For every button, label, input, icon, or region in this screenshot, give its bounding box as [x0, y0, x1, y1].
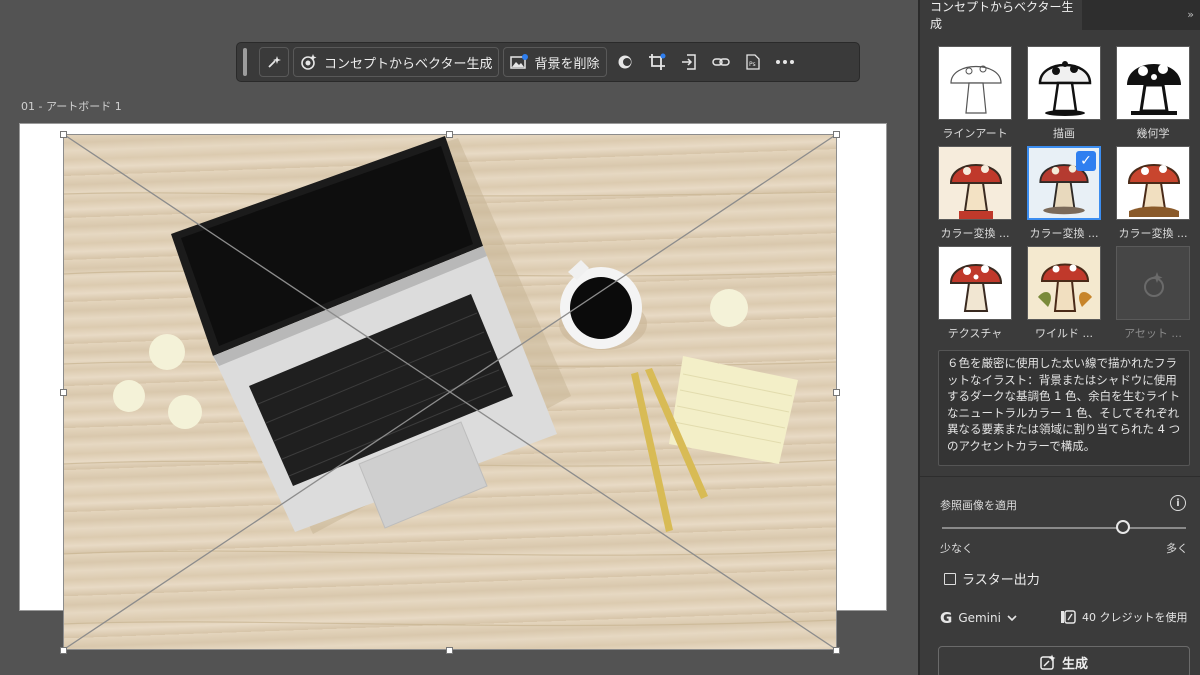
remove-background-icon [510, 54, 529, 69]
panel-divider [920, 476, 1200, 477]
style-thumb [1116, 46, 1190, 120]
style-label: 幾何学 [1136, 127, 1170, 140]
handle-top-middle[interactable] [446, 131, 453, 138]
crop-button[interactable] [643, 47, 671, 77]
style-tile-line-art[interactable]: ラインアート [938, 46, 1012, 141]
style-thumb [938, 146, 1012, 220]
contextual-toolbar: コンセプトからベクター生成 背景を削除 Ps [236, 42, 860, 82]
photoshop-button[interactable]: Ps [739, 47, 767, 77]
style-tile-drawing[interactable]: 描画 [1027, 46, 1101, 141]
handle-bottom-right[interactable] [833, 647, 840, 654]
concept-to-vector-panel: コンセプトからベクター生成 » ラインアート 描画 幾何学 カラー変換 ... … [918, 0, 1200, 675]
raster-output-checkbox[interactable] [944, 572, 956, 585]
credits-info: 40 クレジットを使用 [1060, 609, 1188, 625]
reference-slider-thumb[interactable] [1115, 520, 1130, 534]
style-tile-texture[interactable]: テクスチャ [938, 246, 1012, 341]
slider-max-label: 多く [1166, 542, 1188, 555]
style-label: アセット ... [1124, 327, 1182, 340]
style-label: 描画 [1053, 127, 1075, 140]
panel-tab-bar: コンセプトからベクター生成 » [920, 0, 1200, 31]
handle-bottom-left[interactable] [60, 647, 67, 654]
handle-middle-left[interactable] [60, 389, 67, 396]
mushroom-wild-icon [1038, 263, 1092, 312]
mushroom-geometric-icon [1127, 64, 1181, 115]
add-asset-icon [1144, 272, 1164, 297]
slider-min-label: 少なく [940, 542, 973, 555]
style-thumb-disabled [1116, 246, 1190, 320]
mushroom-drawing-icon [1038, 61, 1092, 116]
raster-output-option[interactable]: ラスター出力 [944, 569, 1040, 588]
remove-background-label: 背景を削除 [534, 56, 600, 72]
mushroom-color-3-icon [1127, 164, 1181, 217]
handle-top-right[interactable] [833, 131, 840, 138]
generative-pin-button[interactable] [259, 47, 289, 77]
style-label: カラー変換 ... [1118, 227, 1188, 240]
model-name: Gemini [958, 611, 1001, 625]
artboard-label: 01 - アートボード 1 [21, 100, 122, 113]
handle-bottom-middle[interactable] [446, 647, 453, 654]
mushroom-texture-icon [949, 264, 1003, 312]
style-tile-color-3[interactable]: カラー変換 ... [1116, 146, 1190, 241]
mask-button[interactable] [611, 47, 639, 77]
mushroom-color-1-icon [949, 164, 1003, 219]
more-options-button[interactable] [771, 47, 799, 77]
concept-vector-icon [301, 54, 317, 70]
link-button[interactable] [707, 47, 735, 77]
toolbar-grip[interactable] [243, 48, 247, 76]
style-label: ラインアート [942, 127, 1008, 140]
style-tile-asset[interactable]: アセット ... [1116, 246, 1190, 341]
raster-output-label: ラスター出力 [962, 573, 1040, 588]
style-label: カラー変換 ... [1029, 227, 1099, 240]
embed-icon [681, 54, 696, 70]
photoshop-file-icon: Ps [745, 54, 760, 70]
svg-text:Ps: Ps [749, 61, 756, 68]
reference-slider-track[interactable] [942, 527, 1186, 529]
style-tile-color-1[interactable]: カラー変換 ... [938, 146, 1012, 241]
style-thumb [938, 46, 1012, 120]
style-thumb [1027, 246, 1101, 320]
canvas-area[interactable]: 01 - アートボード 1 コンセプトからベクター生成 背景を削除 Ps [0, 0, 918, 675]
crop-icon [648, 53, 665, 70]
style-thumb [1116, 146, 1190, 220]
mask-icon [618, 55, 631, 69]
remove-background-button[interactable]: 背景を削除 [503, 47, 607, 77]
photo-illustration [63, 136, 837, 627]
prompt-textarea[interactable]: ６色を厳密に使用した太い線で描かれたフラットなイラスト：背景またはシャドウに使用… [938, 350, 1190, 466]
panel-tab-concept-to-vector[interactable]: コンセプトからベクター生成 [920, 0, 1082, 31]
style-thumb [1027, 46, 1101, 120]
style-tile-color-2[interactable]: ✓ カラー変換 ... [1027, 146, 1101, 241]
sparkle-pin-icon [268, 56, 281, 68]
concept-to-vector-button[interactable]: コンセプトからベクター生成 [293, 47, 500, 77]
generate-icon [1040, 654, 1056, 670]
style-thumb [938, 246, 1012, 320]
google-icon: G [940, 609, 953, 627]
style-thumb-selected: ✓ [1027, 146, 1101, 220]
handle-top-left[interactable] [60, 131, 67, 138]
style-tile-geometric[interactable]: 幾何学 [1116, 46, 1190, 141]
style-label: ワイルド ... [1035, 327, 1093, 340]
reference-image-label: 参照画像を適用 [940, 499, 1017, 512]
credits-label: 40 クレジットを使用 [1082, 611, 1188, 624]
placed-photo[interactable] [63, 134, 837, 650]
generate-label: 生成 [1061, 656, 1088, 672]
chevron-down-icon [1007, 615, 1017, 621]
embed-button[interactable] [675, 47, 703, 77]
panel-collapse-icon[interactable]: » [1187, 8, 1194, 21]
generate-button[interactable]: 生成 [938, 646, 1190, 675]
link-icon [711, 58, 730, 66]
model-selector[interactable]: G Gemini [940, 609, 1017, 627]
info-icon[interactable]: i [1170, 495, 1186, 511]
concept-to-vector-label: コンセプトからベクター生成 [324, 56, 493, 72]
style-tile-wild[interactable]: ワイルド ... [1027, 246, 1101, 341]
credits-icon [1061, 610, 1076, 624]
handle-middle-right[interactable] [833, 389, 840, 396]
selected-check-icon: ✓ [1076, 151, 1096, 171]
style-label: カラー変換 ... [940, 227, 1010, 240]
style-label: テクスチャ [947, 327, 1003, 340]
more-icon [775, 60, 794, 64]
mushroom-line-icon [950, 65, 1002, 114]
